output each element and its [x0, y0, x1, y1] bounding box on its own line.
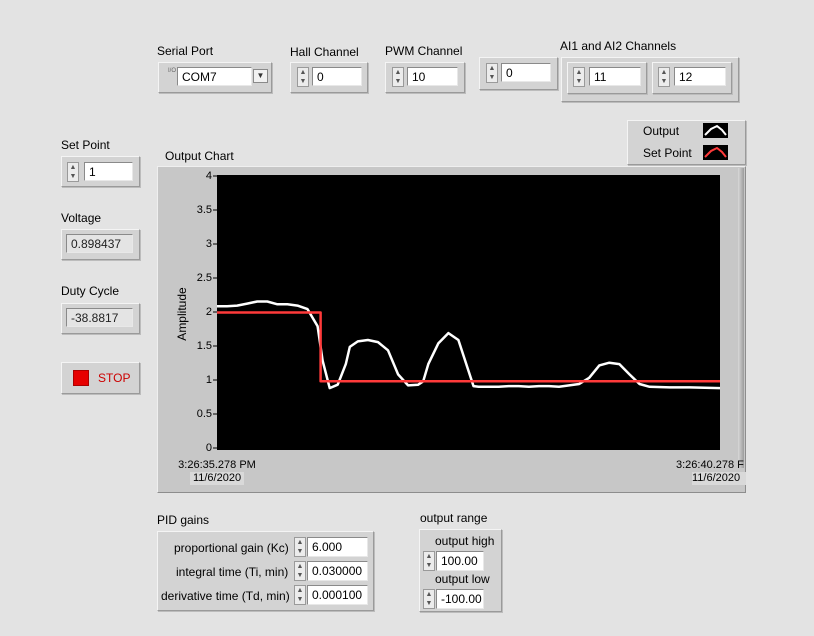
pwm-channel-field[interactable]: 10 — [407, 67, 458, 86]
kc-field[interactable]: 6.000 — [307, 537, 368, 557]
y-tick-1: 1 — [205, 374, 212, 386]
td-label: derivative time (Td, min) — [161, 589, 290, 603]
stop-button-label: STOP — [98, 371, 131, 385]
y-tick-2.5: 2.5 — [196, 272, 212, 284]
y-tick-3: 3 — [205, 238, 212, 250]
chart-legend: Output Set Point — [627, 120, 746, 165]
ti-label: integral time (Ti, min) — [176, 565, 289, 579]
duty-cycle-indicator: -38.8817 — [66, 308, 133, 327]
output-high-label: output high — [435, 534, 495, 548]
legend-setpoint-label: Set Point — [643, 146, 692, 160]
extra-channel-field[interactable]: 0 — [501, 63, 551, 82]
set-point-stepper[interactable]: ▲ ▼ — [67, 162, 79, 182]
set-point-field[interactable]: 1 — [84, 162, 133, 181]
ai1-stepper[interactable]: ▲ ▼ — [573, 67, 585, 87]
ai2-stepper[interactable]: ▲ ▼ — [658, 67, 670, 87]
y-tick-1.5: 1.5 — [196, 340, 212, 352]
stop-button[interactable]: STOP — [61, 362, 140, 394]
td-stepper[interactable]: ▲ ▼ — [294, 585, 306, 605]
ti-field[interactable]: 0.030000 — [307, 561, 368, 581]
voltage-label: Voltage — [61, 211, 102, 225]
legend-output-swatch — [703, 123, 728, 138]
voltage-indicator: 0.898437 — [66, 234, 133, 253]
y-tick-0: 0 — [205, 442, 212, 454]
x-tick-start: 3:26:35.278 PM 11/6/2020 — [174, 459, 260, 485]
y-tick-4: 4 — [205, 170, 212, 182]
hall-channel-label: Hall Channel — [290, 45, 359, 59]
serial-port-field[interactable]: COM7 — [177, 67, 252, 86]
output-low-field[interactable]: -100.00 — [436, 589, 484, 609]
ti-stepper[interactable]: ▲ ▼ — [294, 561, 306, 581]
chart-scroll-edge — [738, 168, 744, 468]
pwm-channel-label: PWM Channel — [385, 44, 463, 58]
output-high-stepper[interactable]: ▲ ▼ — [423, 551, 435, 571]
set-point-label: Set Point — [61, 138, 110, 152]
plot-area[interactable] — [217, 175, 720, 450]
ai2-field[interactable]: 12 — [674, 67, 726, 86]
duty-cycle-label: Duty Cycle — [61, 284, 120, 298]
output-range-label: output range — [420, 511, 488, 525]
serial-port-label: Serial Port — [157, 44, 214, 58]
chevron-down-icon[interactable]: ▼ — [253, 69, 268, 83]
x-tick-end-date: 11/6/2020 — [692, 472, 746, 485]
y-axis-label: Amplitude — [175, 287, 189, 341]
y-tick-3.5: 3.5 — [196, 204, 212, 216]
legend-output-label: Output — [643, 124, 680, 138]
x-tick-start-time: 3:26:35.278 PM — [178, 459, 256, 471]
pid-gains-label: PID gains — [157, 513, 210, 527]
chart-title: Output Chart — [165, 149, 234, 163]
hall-channel-stepper[interactable]: ▲ ▼ — [297, 67, 309, 87]
x-tick-end-time: 3:26:40.278 F — [676, 459, 744, 471]
pwm-channel-stepper[interactable]: ▲ ▼ — [392, 67, 404, 87]
kc-stepper[interactable]: ▲ ▼ — [294, 537, 306, 557]
hall-channel-field[interactable]: 0 — [312, 67, 362, 86]
io-glyph: I/O — [167, 68, 176, 74]
x-tick-start-date: 11/6/2020 — [190, 472, 244, 485]
ai1-field[interactable]: 11 — [589, 67, 641, 86]
extra-channel-stepper[interactable]: ▲ ▼ — [486, 63, 498, 83]
x-tick-end: 3:26:40.278 F 11/6/2020 — [676, 459, 746, 485]
td-field[interactable]: 0.000100 — [307, 585, 368, 605]
output-low-label: output low — [435, 572, 490, 586]
y-tick-2: 2 — [205, 306, 212, 318]
output-high-field[interactable]: 100.00 — [436, 551, 484, 571]
stop-icon — [73, 370, 89, 386]
legend-setpoint-swatch — [703, 145, 728, 160]
kc-label: proportional gain (Kc) — [174, 541, 289, 555]
y-tick-0.5: 0.5 — [196, 408, 212, 420]
output-low-stepper[interactable]: ▲ ▼ — [423, 589, 435, 609]
ai-channels-label: AI1 and AI2 Channels — [560, 39, 677, 53]
